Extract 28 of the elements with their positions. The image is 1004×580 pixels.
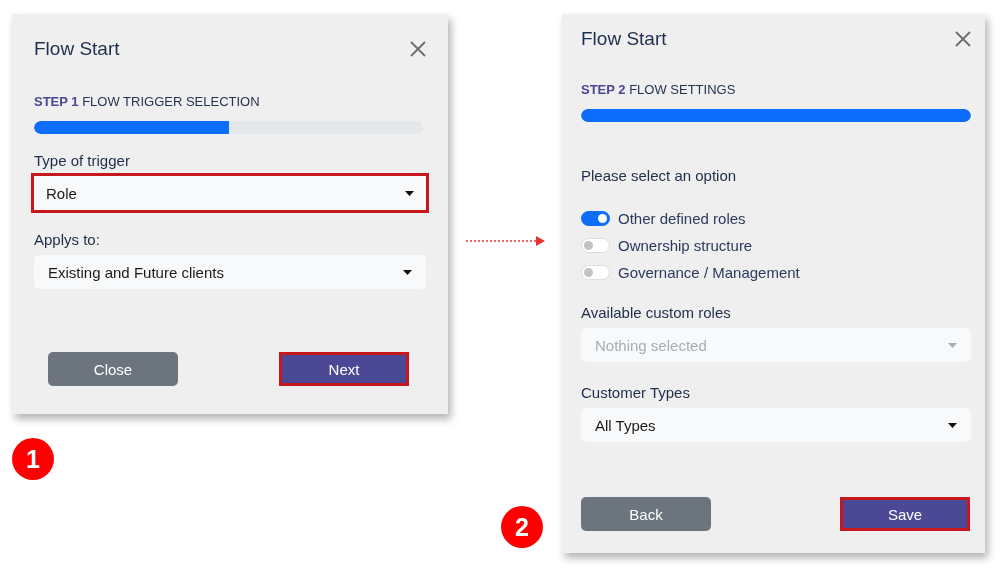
toggle-label: Other defined roles <box>618 209 746 227</box>
secondary-button[interactable]: Back <box>581 497 711 531</box>
field-label: Type of trigger <box>34 152 131 169</box>
toggle-switch[interactable] <box>581 210 610 226</box>
dialog-title: Flow Start <box>34 38 120 60</box>
section-heading: Please select an option <box>581 167 738 184</box>
dialog-title: Flow Start <box>581 28 667 50</box>
step-heading: STEP 2 FLOW SETTINGS <box>581 82 737 97</box>
caret-icon <box>403 269 412 275</box>
field-label: Available custom roles <box>581 304 732 321</box>
dropdown-field[interactable]: Existing and Future clients <box>34 255 426 289</box>
step-number-badge: 2 <box>501 506 543 548</box>
caret-icon <box>405 190 414 196</box>
primary-button[interactable]: Next <box>279 352 409 386</box>
toggle-label: Ownership structure <box>618 236 753 254</box>
toggle-label: Governance / Management <box>618 263 800 281</box>
dropdown-field[interactable]: Role <box>31 173 429 213</box>
close-icon[interactable] <box>410 41 426 57</box>
caret-icon <box>948 422 957 428</box>
secondary-button[interactable]: Close <box>48 352 178 386</box>
dropdown-field[interactable]: All Types <box>581 408 971 442</box>
caret-icon <box>948 342 957 348</box>
field-label: Applys to: <box>34 231 101 248</box>
step-number-badge: 1 <box>12 438 54 480</box>
primary-button[interactable]: Save <box>840 497 970 531</box>
step-heading: STEP 1 FLOW TRIGGER SELECTION <box>34 94 261 109</box>
close-icon[interactable] <box>955 31 971 47</box>
field-label: Customer Types <box>581 384 691 401</box>
